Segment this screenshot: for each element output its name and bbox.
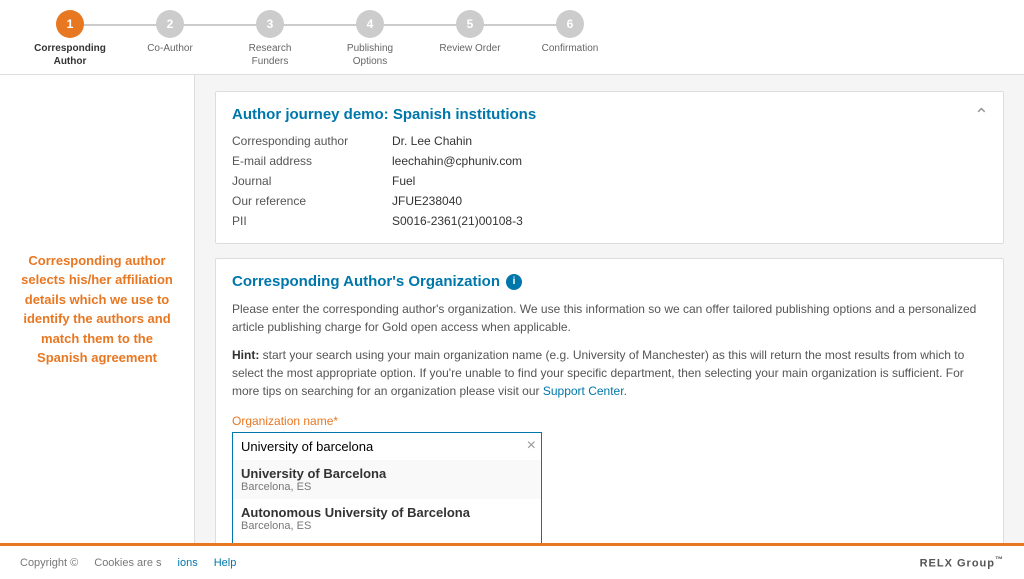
org-hint: Hint: start your search using your main … bbox=[232, 346, 987, 400]
required-star: * bbox=[333, 414, 338, 428]
cookies-text: Cookies are s bbox=[94, 557, 161, 569]
info-table: Corresponding author Dr. Lee Chahin E-ma… bbox=[232, 133, 987, 229]
footer-left: Copyright © Cookies are s ions Help bbox=[20, 557, 236, 569]
collapse-icon: ⌃ bbox=[974, 105, 989, 125]
info-card-title: Author journey demo: Spanish institution… bbox=[232, 106, 987, 123]
step-2-circle: 2 bbox=[156, 10, 184, 38]
value-pii: S0016-2361(21)00108-3 bbox=[392, 213, 987, 229]
footer-link-help[interactable]: Help bbox=[214, 557, 237, 569]
value-journal: Fuel bbox=[392, 173, 987, 189]
dropdown-item-name-0: University of Barcelona bbox=[241, 466, 533, 481]
org-search-input[interactable] bbox=[232, 432, 542, 460]
step-3-circle: 3 bbox=[256, 10, 284, 38]
sidebar-description: Corresponding author selects his/her aff… bbox=[15, 251, 179, 368]
footer: Copyright © Cookies are s ions Help RELX… bbox=[0, 543, 1024, 579]
step-5[interactable]: 5 Review Order bbox=[420, 10, 520, 55]
step-4[interactable]: 4 PublishingOptions bbox=[320, 10, 420, 68]
dropdown-item-0[interactable]: University of Barcelona Barcelona, ES bbox=[233, 460, 541, 499]
dropdown-item-2[interactable]: University of Barcelona Faculty of Medic… bbox=[233, 538, 541, 543]
org-card: Corresponding Author's Organization i Pl… bbox=[215, 258, 1004, 543]
copyright-text: Copyright © bbox=[20, 557, 78, 569]
dropdown-item-sub-0: Barcelona, ES bbox=[241, 481, 533, 497]
label-pii: PII bbox=[232, 213, 392, 229]
step-1-circle: 1 bbox=[56, 10, 84, 38]
main-layout: Corresponding author selects his/her aff… bbox=[0, 75, 1024, 543]
step-3-label: ResearchFunders bbox=[249, 42, 292, 68]
step-2[interactable]: 2 Co-Author bbox=[120, 10, 220, 55]
step-2-label: Co-Author bbox=[147, 42, 193, 55]
dropdown-item-sub-1: Barcelona, ES bbox=[241, 520, 533, 536]
step-1[interactable]: 1 CorrespondingAuthor bbox=[20, 10, 120, 68]
value-email: leechahin@cphuniv.com bbox=[392, 153, 987, 169]
hint-suffix: . bbox=[624, 384, 627, 398]
sidebar: Corresponding author selects his/her aff… bbox=[0, 75, 195, 543]
label-corresponding-author: Corresponding author bbox=[232, 133, 392, 149]
support-center-link[interactable]: Support Center bbox=[543, 384, 624, 398]
org-field-label: Organization name* bbox=[232, 414, 987, 428]
label-journal: Journal bbox=[232, 173, 392, 189]
step-4-circle: 4 bbox=[356, 10, 384, 38]
content-area: Author journey demo: Spanish institution… bbox=[195, 75, 1024, 543]
step-6[interactable]: 6 Confirmation bbox=[520, 10, 620, 55]
label-reference: Our reference bbox=[232, 193, 392, 209]
step-5-label: Review Order bbox=[439, 42, 500, 55]
relx-text: RELX Group bbox=[920, 558, 995, 570]
collapse-button[interactable]: ⌃ bbox=[974, 106, 989, 124]
info-icon[interactable]: i bbox=[506, 274, 522, 290]
org-description: Please enter the corresponding author's … bbox=[232, 300, 987, 336]
field-label-text: Organization name bbox=[232, 414, 333, 428]
step-4-label: PublishingOptions bbox=[347, 42, 393, 68]
dropdown-item-1[interactable]: Autonomous University of Barcelona Barce… bbox=[233, 499, 541, 538]
footer-right: RELX Group™ bbox=[920, 555, 1004, 570]
org-title-text: Corresponding Author's Organization bbox=[232, 273, 500, 290]
value-corresponding-author: Dr. Lee Chahin bbox=[392, 133, 987, 149]
hint-bold: Hint: bbox=[232, 348, 259, 362]
org-dropdown-list[interactable]: University of Barcelona Barcelona, ES Au… bbox=[232, 460, 542, 543]
dropdown-item-name-1: Autonomous University of Barcelona bbox=[241, 505, 533, 520]
search-input-wrap: × bbox=[232, 432, 542, 460]
relx-tm: ™ bbox=[995, 555, 1004, 564]
step-5-circle: 5 bbox=[456, 10, 484, 38]
step-1-label: CorrespondingAuthor bbox=[34, 42, 106, 68]
footer-link-ions[interactable]: ions bbox=[178, 557, 198, 569]
stepper-bar: 1 CorrespondingAuthor 2 Co-Author 3 Rese… bbox=[0, 0, 1024, 75]
org-card-title: Corresponding Author's Organization i bbox=[232, 273, 987, 290]
step-6-label: Confirmation bbox=[542, 42, 599, 55]
value-reference: JFUE238040 bbox=[392, 193, 987, 209]
step-6-circle: 6 bbox=[556, 10, 584, 38]
label-email: E-mail address bbox=[232, 153, 392, 169]
step-3[interactable]: 3 ResearchFunders bbox=[220, 10, 320, 68]
relx-logo: RELX Group™ bbox=[920, 555, 1004, 570]
clear-button[interactable]: × bbox=[527, 438, 536, 454]
info-card: Author journey demo: Spanish institution… bbox=[215, 91, 1004, 244]
